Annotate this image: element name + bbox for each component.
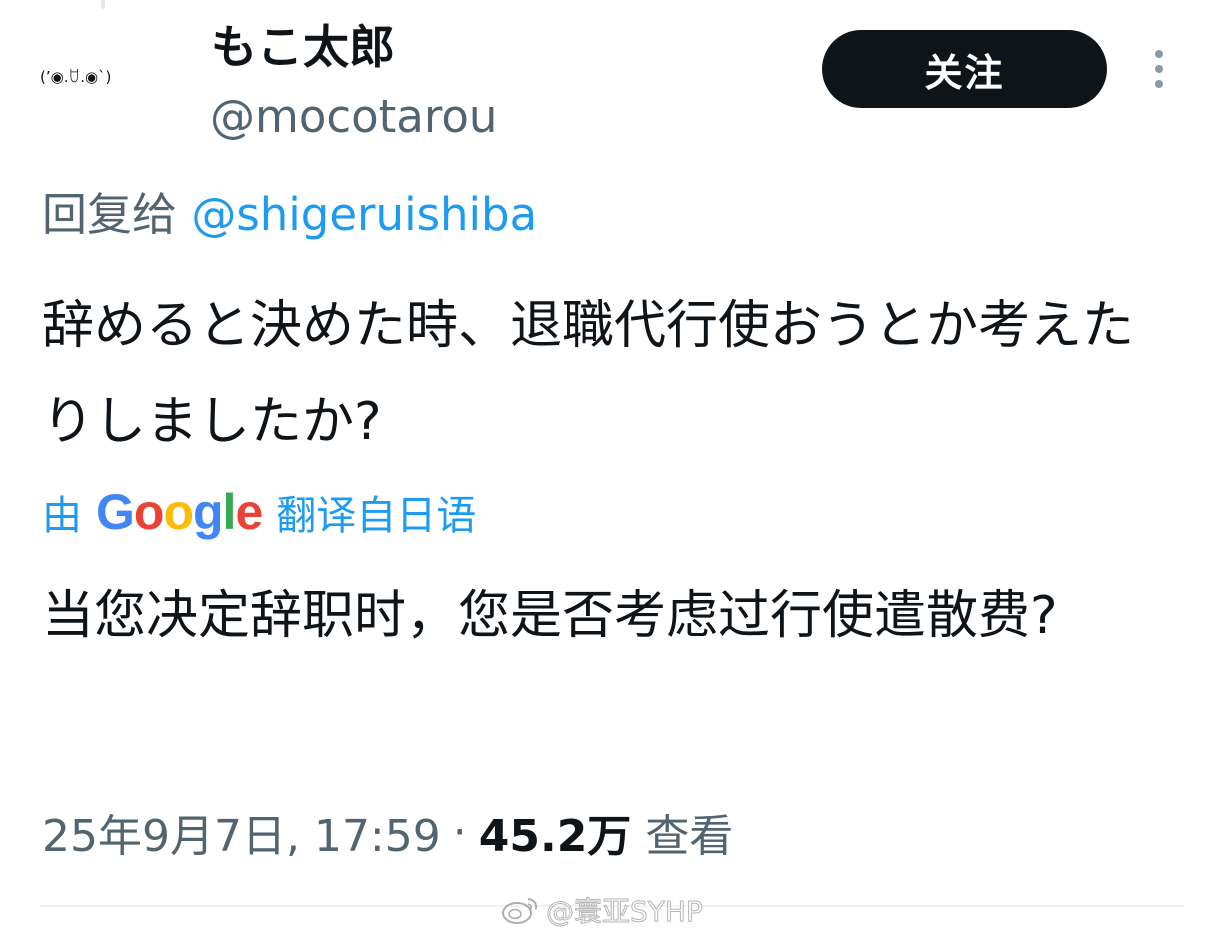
translation-suffix: 翻译自日语 xyxy=(276,493,477,539)
watermark-text: @寰亚SYHP xyxy=(546,895,704,929)
reply-context: 回复给 @shigeruishiba xyxy=(42,186,537,244)
weibo-icon xyxy=(502,898,538,924)
reply-mention-link[interactable]: @shigeruishiba xyxy=(191,188,537,241)
google-logo: Google xyxy=(96,483,263,541)
reply-prefix: 回复给 xyxy=(42,188,178,241)
google-logo-letter: g xyxy=(193,484,224,540)
tweet-timestamp[interactable]: 25年9月7日, 17:59 xyxy=(42,800,441,864)
views-label: 查看 xyxy=(645,811,734,862)
avatar[interactable]: (’◉.ꇴ.◉`) xyxy=(40,36,170,116)
more-options-button[interactable] xyxy=(1142,46,1176,92)
meta-separator: · xyxy=(452,806,467,858)
google-logo-letter: G xyxy=(96,484,135,540)
translated-tweet-text: 当您决定辞职时，您是否考虑过行使遣散费? xyxy=(42,586,1058,646)
more-vertical-icon xyxy=(1155,80,1163,88)
author-handle[interactable]: @mocotarou xyxy=(210,88,497,146)
tweet-meta: 25年9月7日, 17:59 · 45.2万 查看 xyxy=(42,800,733,864)
more-vertical-icon xyxy=(1155,50,1163,58)
more-vertical-icon xyxy=(1155,65,1163,73)
translation-prefix: 由 xyxy=(42,493,82,539)
google-logo-letter: e xyxy=(235,484,263,540)
thread-connector-line xyxy=(101,0,105,9)
avatar-emoticon: (’◉.ꇴ.◉`) xyxy=(40,68,112,86)
follow-button[interactable]: 关注 xyxy=(822,30,1107,108)
google-logo-letter: l xyxy=(222,484,237,540)
google-logo-letter: o xyxy=(163,484,194,540)
author-display-name[interactable]: もこ太郎 xyxy=(211,18,395,76)
google-logo-letter: o xyxy=(133,484,165,540)
translation-attribution[interactable]: 由 Google 翻译自日语 xyxy=(42,484,476,540)
watermark: @寰亚SYHP xyxy=(500,890,703,930)
tweet-text: 辞めると決めた時、退職代行使おうとか考えたりしましたか? xyxy=(42,296,1135,452)
views-count: 45.2万 xyxy=(478,811,632,862)
